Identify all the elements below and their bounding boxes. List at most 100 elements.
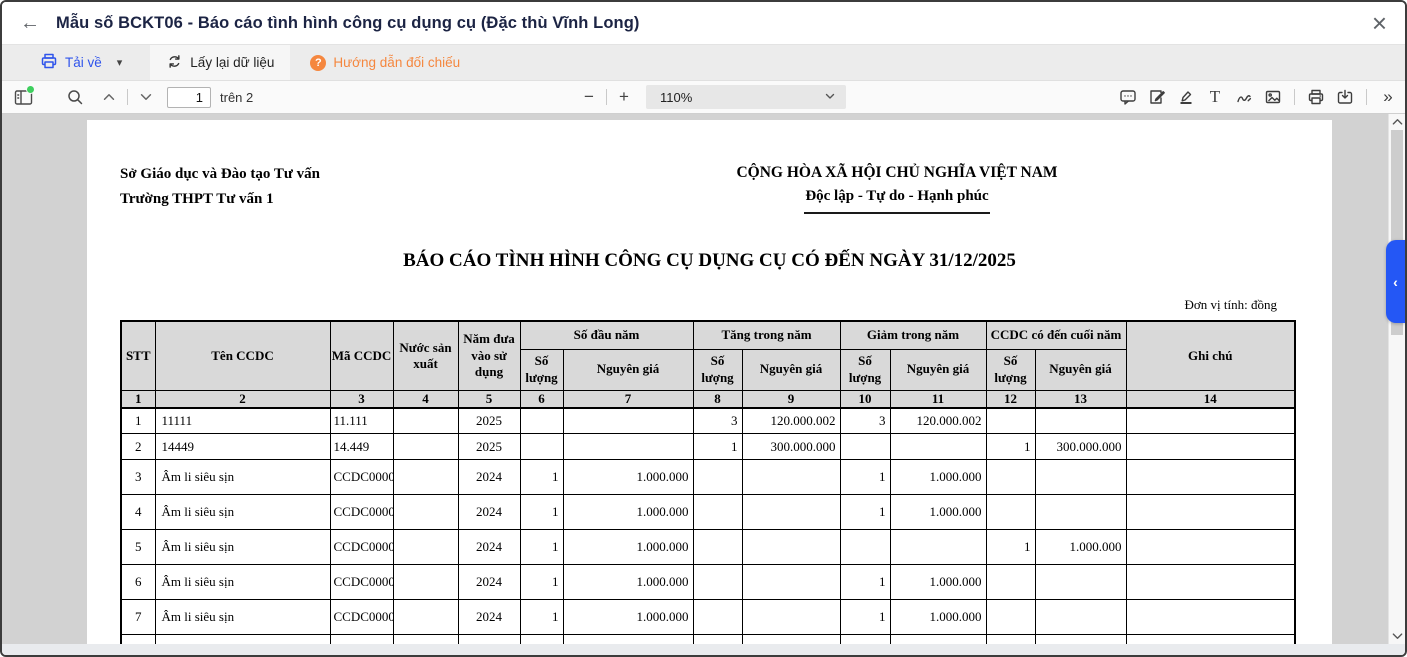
prev-page-button[interactable] (96, 84, 122, 110)
toolbar-divider (127, 89, 128, 105)
table-cell: 1 (840, 600, 890, 635)
table-cell: CCDC000005 (330, 530, 393, 565)
header-ccdc-cuoi-nam: CCDC có đến cuối năm (986, 321, 1126, 349)
table-cell: 1 (520, 600, 563, 635)
table-cell (742, 565, 840, 600)
table-cell (393, 495, 458, 530)
table-cell: CCDC0000065 (330, 565, 393, 600)
zoom-in-button[interactable]: + (612, 87, 636, 107)
table-cell (742, 600, 840, 635)
page-number-input[interactable] (167, 87, 211, 108)
close-icon[interactable]: × (1372, 10, 1387, 36)
window-title: Mẫu số BCKT06 - Báo cáo tình hình công c… (56, 14, 639, 33)
motto-underline (804, 212, 990, 214)
vertical-scrollbar[interactable] (1388, 114, 1405, 644)
comment-tool-button[interactable] (1115, 84, 1141, 110)
column-number-cell: 3 (330, 390, 393, 408)
table-cell (742, 460, 840, 495)
table-cell (693, 495, 742, 530)
table-cell: Âm li siêu sịn (155, 495, 330, 530)
column-number-cell: 14 (1126, 390, 1295, 408)
signature-tool-button[interactable] (1144, 84, 1170, 110)
table-cell (840, 434, 890, 460)
download-button[interactable]: Tải về ▾ (28, 45, 134, 80)
table-cell: 3 (840, 408, 890, 434)
sidebar-toggle-button[interactable] (10, 84, 36, 110)
column-number-cell: 12 (986, 390, 1035, 408)
toolbar-divider (606, 89, 607, 105)
table-row: 21444914.44920251300.000.0001300.000.000 (121, 434, 1295, 460)
header-so-luong: Số lượng (693, 349, 742, 390)
table-cell: 1 (840, 495, 890, 530)
chevron-left-icon: ‹ (1393, 274, 1398, 290)
table-cell: 2024 (458, 565, 520, 600)
table-cell (1126, 600, 1295, 635)
table-cell: 3 (121, 460, 155, 495)
column-number-cell: 11 (890, 390, 986, 408)
table-row: 11111111.11120253120.000.0023120.000.002 (121, 408, 1295, 434)
national-header: CỘNG HÒA XÃ HỘI CHỦ NGHĨA VIỆT NAM Độc l… (647, 164, 1147, 214)
table-cell (1126, 460, 1295, 495)
print-button[interactable] (1303, 84, 1329, 110)
column-number-cell: 2 (155, 390, 330, 408)
header-so-luong: Số lượng (986, 349, 1035, 390)
header-stt: STT (121, 321, 155, 390)
table-cell: 120.000.002 (890, 408, 986, 434)
table-cell: 2024 (458, 530, 520, 565)
guide-button[interactable]: ? Hướng dẫn đối chiếu (298, 45, 472, 80)
table-cell: CCDC000003 (330, 495, 393, 530)
table-cell: 1 (840, 565, 890, 600)
table-cell (393, 565, 458, 600)
column-number-cell: 6 (520, 390, 563, 408)
table-row: 5Âm li siêu sịnCCDC000005202411.000.0001… (121, 530, 1295, 565)
table-body: 11111111.11120253120.000.0023120.000.002… (121, 408, 1295, 656)
header-ma-ccdc: Mã CCDC (330, 321, 393, 390)
zoom-level-select[interactable]: 110% (646, 85, 846, 109)
column-number-cell: 1 (121, 390, 155, 408)
table-cell (742, 530, 840, 565)
table-cell: 1 (840, 460, 890, 495)
zoom-out-button[interactable]: − (577, 87, 601, 107)
table-cell (840, 530, 890, 565)
save-download-button[interactable] (1332, 84, 1358, 110)
table-cell: 1.000.000 (563, 495, 693, 530)
more-tools-button[interactable]: » (1375, 84, 1401, 110)
image-tool-button[interactable] (1260, 84, 1286, 110)
table-cell (563, 434, 693, 460)
table-cell (693, 460, 742, 495)
org-header: Sở Giáo dục và Đào tạo Tư vấn Trường THP… (120, 162, 320, 212)
table-cell: 1.000.000 (563, 565, 693, 600)
refresh-data-button[interactable]: Lấy lại dữ liệu (150, 45, 290, 80)
scroll-up-icon[interactable] (1389, 115, 1405, 129)
table-cell (1126, 434, 1295, 460)
table-cell: 1.000.000 (563, 600, 693, 635)
download-caret-icon[interactable]: ▾ (117, 56, 123, 69)
back-icon[interactable]: ← (20, 13, 40, 33)
table-cell: CCDC000002 (330, 460, 393, 495)
highlighter-tool-button[interactable] (1173, 84, 1199, 110)
printer-icon (40, 52, 58, 73)
text-tool-button[interactable]: T (1202, 84, 1228, 110)
refresh-label: Lấy lại dữ liệu (190, 55, 274, 70)
table-cell (393, 530, 458, 565)
bottom-band (2, 644, 1405, 655)
table-cell: Âm li siêu sịn (155, 565, 330, 600)
draw-tool-button[interactable] (1231, 84, 1257, 110)
collapse-panel-tab[interactable]: ‹ (1386, 240, 1405, 323)
table-cell: 3 (693, 408, 742, 434)
table-cell: 5 (121, 530, 155, 565)
org-name-line2: Trường THPT Tư vấn 1 (120, 187, 320, 212)
scroll-down-icon[interactable] (1389, 629, 1405, 643)
next-page-button[interactable] (133, 84, 159, 110)
search-button[interactable] (62, 84, 88, 110)
zoom-level-value: 110% (660, 90, 692, 105)
header-so-luong: Số lượng (520, 349, 563, 390)
table-cell (693, 530, 742, 565)
column-number-cell: 4 (393, 390, 458, 408)
header-tang-trong-nam: Tăng trong năm (693, 321, 840, 349)
table-row: 6Âm li siêu sịnCCDC0000065202411.000.000… (121, 565, 1295, 600)
report-table: STT Tên CCDC Mã CCDC Nước sản xuất Năm đ… (120, 320, 1296, 655)
table-cell: 1.000.000 (890, 495, 986, 530)
table-cell (393, 434, 458, 460)
table-cell (742, 495, 840, 530)
